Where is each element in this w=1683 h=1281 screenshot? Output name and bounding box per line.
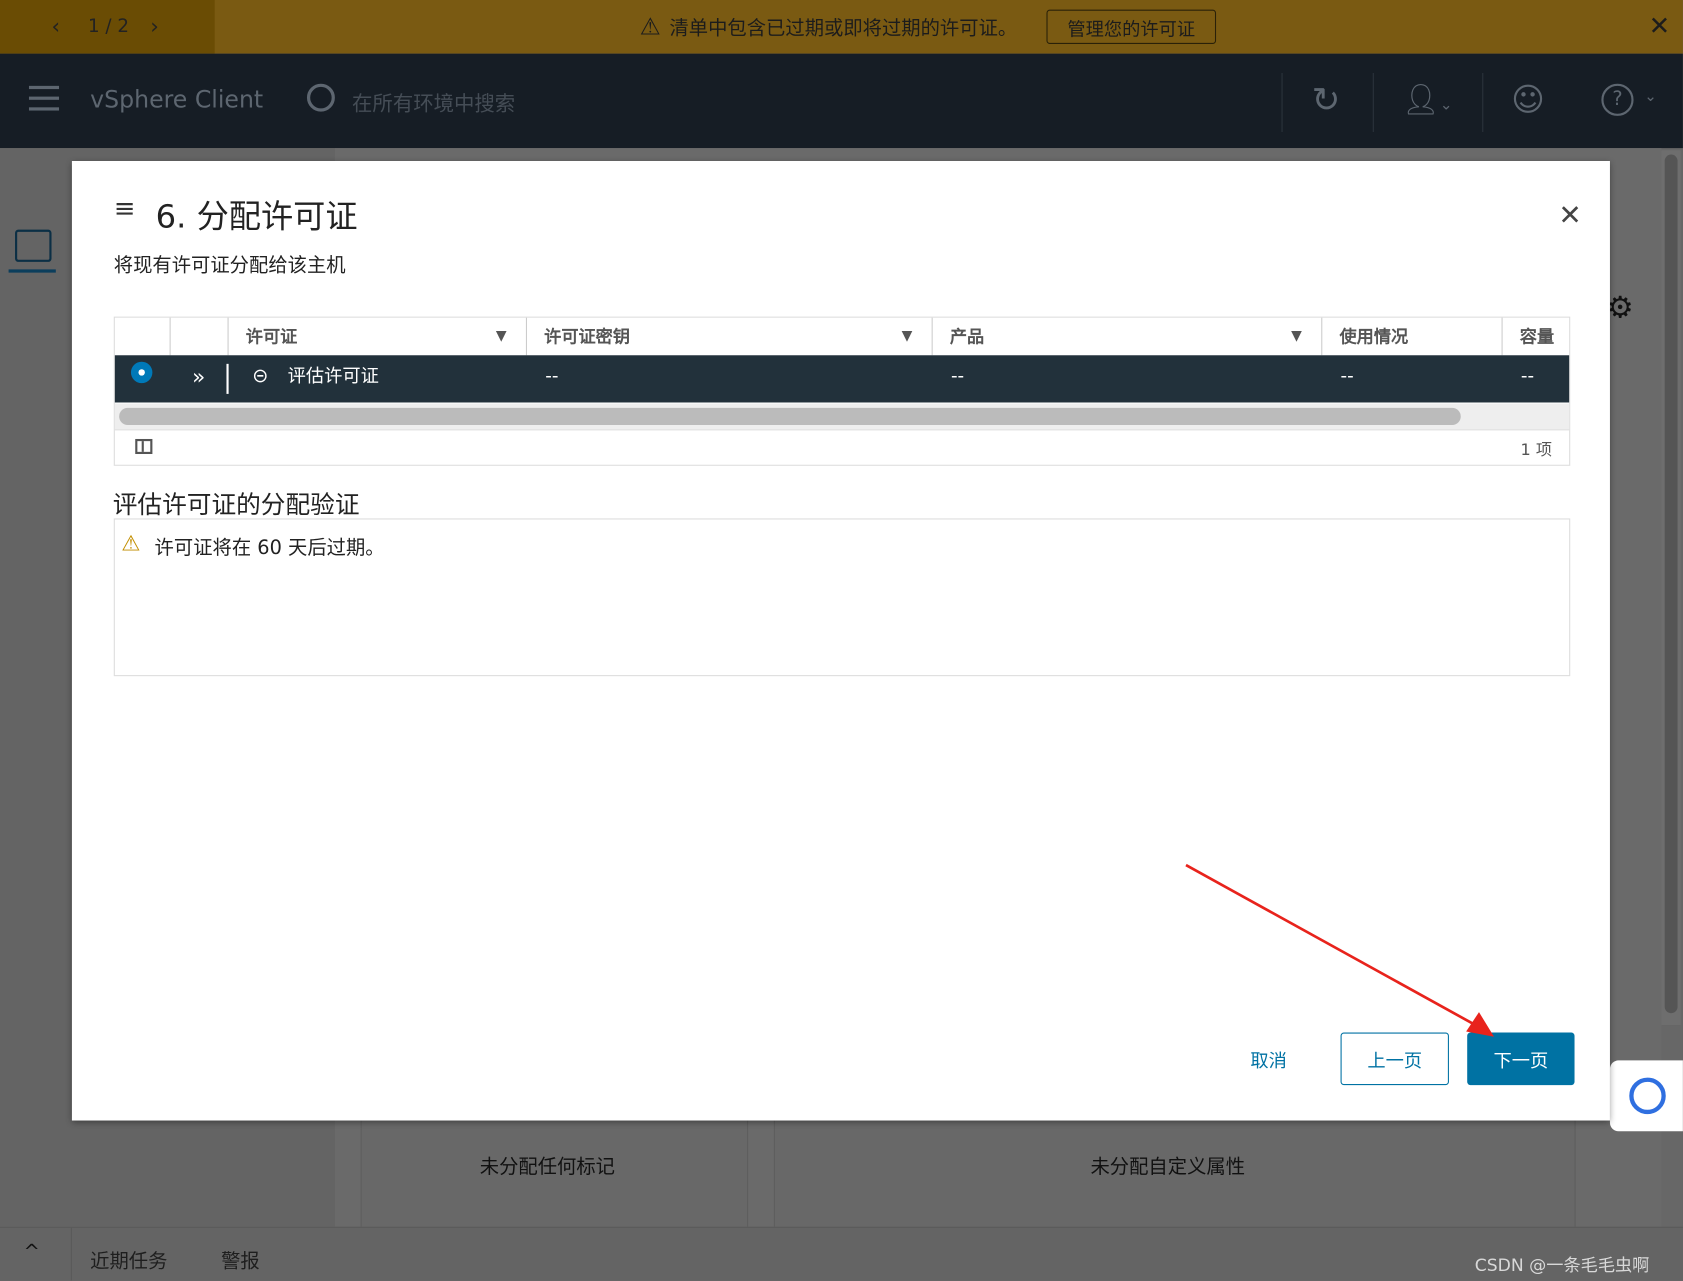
annotation-arrow <box>1185 863 1495 1037</box>
